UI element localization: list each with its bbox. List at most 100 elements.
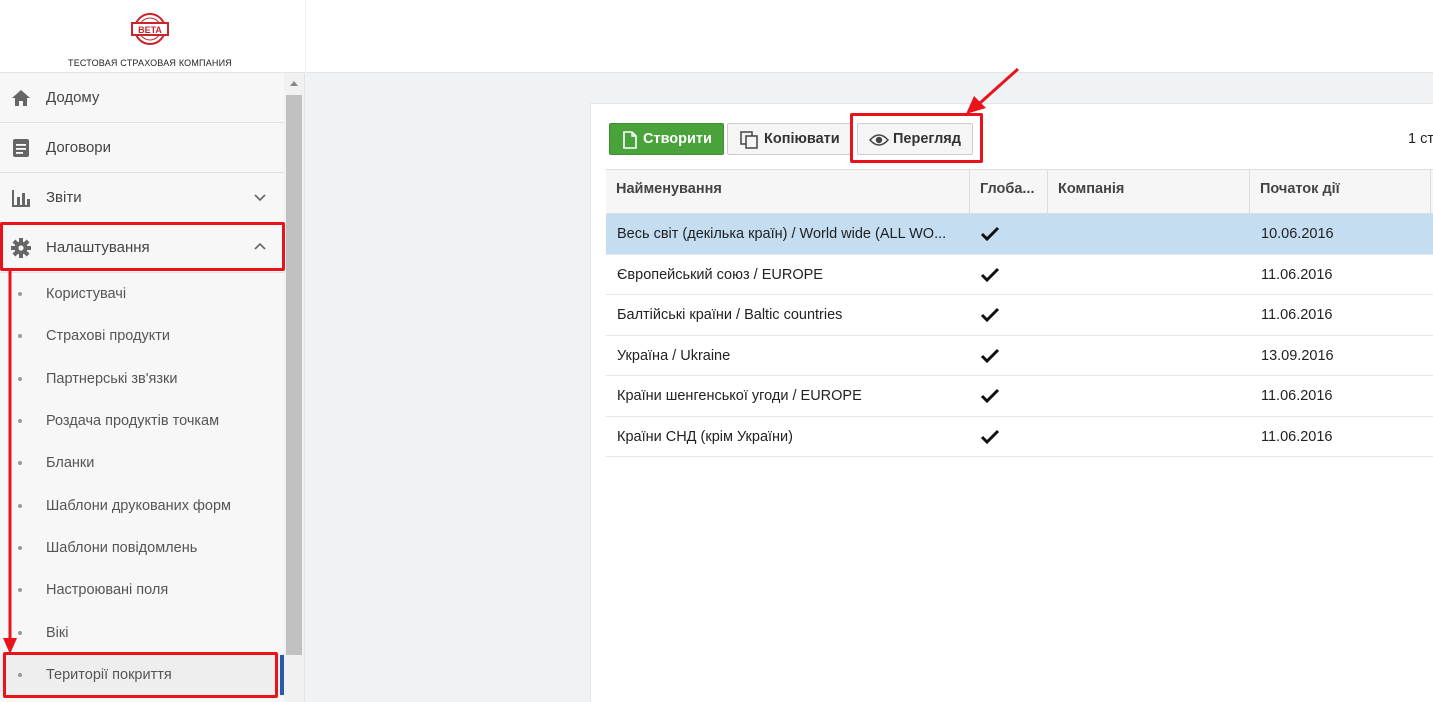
sidebar-item-label: Додому — [46, 89, 100, 106]
column-header-global[interactable]: Глоба... — [970, 170, 1048, 214]
pager-info: 1 ст — [1408, 131, 1433, 147]
cell-name: Країни СНД (крім України) — [617, 428, 793, 445]
cell-company — [1060, 255, 1240, 295]
sidebar-item-reports[interactable]: Звіти — [0, 173, 284, 223]
company-name: ТЕСТОВАЯ СТРАХОВАЯ КОМПАНИЯ — [68, 58, 232, 68]
home-icon — [12, 90, 30, 106]
submenu-item-label: Шаблони повідомлень — [46, 539, 198, 556]
bullet — [18, 334, 22, 339]
table-body: Весь світ (декілька країн) / World wide … — [606, 214, 1433, 457]
checkmark-icon — [980, 267, 1000, 282]
checkmark-icon — [980, 429, 1000, 444]
submenu-item-insurance-products[interactable]: Страхові продукти — [0, 315, 284, 357]
sidebar-item-home[interactable]: Додому — [0, 73, 284, 123]
submenu-item-label: Настроювані поля — [46, 582, 169, 599]
checkmark-icon — [980, 388, 1000, 404]
submenu-item-wiki[interactable]: Вікі — [0, 611, 284, 653]
submenu-item-coverage-territories[interactable]: Території покриття — [0, 653, 284, 696]
cell-start-date: 11.06.2016 — [1261, 307, 1333, 323]
submenu-item-custom-fields[interactable]: Настроювані поля — [0, 569, 284, 611]
eye-icon — [869, 134, 889, 146]
cell-company — [1060, 295, 1240, 335]
cell-name: Європейський союз / EUROPE — [617, 266, 823, 283]
cell-name: Балтійські країни / Baltic countries — [617, 307, 843, 323]
cell-company — [1060, 214, 1240, 254]
bullet — [18, 376, 22, 381]
column-header-company[interactable]: Компанія — [1048, 170, 1250, 214]
cell-name: Весь світ (декілька країн) / World wide … — [617, 226, 947, 242]
chevron-up-icon — [254, 242, 266, 250]
cell-start-date: 11.06.2016 — [1261, 388, 1333, 404]
table-row[interactable]: Країни СНД (крім України) 11.06.2016 — [606, 416, 1433, 457]
table-row[interactable]: Весь світ (декілька країн) / World wide … — [606, 214, 1433, 255]
submenu-item-blanks[interactable]: Бланки — [0, 442, 284, 484]
cell-company — [1060, 376, 1240, 416]
cell-name: Україна / Ukraine — [617, 347, 731, 364]
bullet — [18, 672, 22, 677]
sidebar: BETA ТЕСТОВАЯ СТРАХОВАЯ КОМПАНИЯ Додому … — [0, 0, 305, 702]
sidebar-item-contracts[interactable]: Договори — [0, 123, 284, 173]
cell-company — [1060, 417, 1240, 457]
bar-chart-icon — [12, 190, 30, 207]
document-icon — [13, 139, 29, 157]
chevron-down-icon — [254, 194, 266, 202]
submenu-item-message-templates[interactable]: Шаблони повідомлень — [0, 527, 284, 569]
copy-button-label: Копіювати — [764, 131, 840, 147]
submenu-item-print-templates[interactable]: Шаблони друкованих форм — [0, 484, 284, 526]
sidebar-scrollbar[interactable] — [284, 73, 304, 702]
sidebar-item-label: Налаштування — [46, 239, 150, 256]
submenu-item-label: Території покриття — [46, 666, 172, 683]
table-row[interactable]: Балтійські країни / Baltic countries 11.0… — [606, 295, 1433, 336]
cell-start-date: 10.06.2016 — [1261, 226, 1334, 242]
bullet — [18, 461, 22, 466]
cell-start-date: 11.06.2016 — [1261, 428, 1333, 445]
view-button[interactable]: Перегляд — [857, 123, 973, 155]
active-item-indicator — [280, 655, 284, 695]
bullet — [18, 545, 22, 550]
new-document-icon — [623, 131, 637, 149]
checkmark-icon — [980, 348, 1000, 363]
logo-area: BETA ТЕСТОВАЯ СТРАХОВАЯ КОМПАНИЯ — [0, 0, 305, 73]
submenu-item-label: Роздача продуктів точкам — [46, 413, 220, 430]
submenu-item-label: Партнерські зв'язки — [46, 370, 178, 387]
sidebar-item-label: Договори — [46, 139, 112, 156]
bullet — [18, 503, 22, 508]
table-row[interactable]: Україна / Ukraine 13.09.2016 — [606, 335, 1433, 376]
submenu-item-partner-links[interactable]: Партнерські зв'язки — [0, 358, 284, 400]
column-header-start-date[interactable]: Початок дії — [1250, 170, 1431, 214]
scroll-thumb[interactable] — [286, 95, 302, 655]
top-bar — [306, 0, 1433, 73]
settings-submenu: Користувачі Страхові продукти Партнерськ… — [0, 273, 284, 696]
submenu-item-label: Бланки — [46, 455, 95, 472]
copy-icon — [740, 131, 758, 149]
submenu-item-label: Страхові продукти — [46, 328, 170, 345]
sidebar-item-label: Звіти — [46, 189, 82, 206]
territories-table: Найменування Глоба... Компанія Початок д… — [606, 169, 1433, 457]
table-row[interactable]: Європейський союз / EUROPE 11.06.2016 — [606, 254, 1433, 295]
cell-name: Країни шенгенської угоди / EUROPE — [617, 388, 862, 404]
submenu-item-label: Шаблони друкованих форм — [46, 497, 232, 514]
submenu-item-users[interactable]: Користувачі — [0, 273, 284, 315]
cell-company — [1060, 336, 1240, 376]
submenu-item-product-distribution[interactable]: Роздача продуктів точкам — [0, 400, 284, 442]
create-button-label: Створити — [643, 131, 712, 147]
bullet — [18, 419, 22, 424]
cell-start-date: 13.09.2016 — [1261, 347, 1334, 364]
table-header: Найменування Глоба... Компанія Початок д… — [606, 169, 1433, 214]
submenu-item-label: Користувачі — [46, 286, 127, 303]
gear-icon — [11, 238, 31, 258]
table-row[interactable]: Країни шенгенської угоди / EUROPE 11.06.2… — [606, 376, 1433, 417]
column-header-name[interactable]: Найменування — [606, 170, 970, 214]
bullet — [18, 292, 22, 297]
create-button[interactable]: Створити — [609, 123, 724, 155]
submenu-item-label: Вікі — [46, 624, 69, 641]
copy-button[interactable]: Копіювати — [727, 123, 851, 155]
bullet — [18, 588, 22, 593]
bullet — [18, 630, 22, 635]
sidebar-nav: Додому Договори Звіти Налаштування Корис… — [0, 73, 284, 696]
scroll-up-arrow[interactable] — [290, 81, 298, 86]
beta-logo: BETA — [131, 13, 169, 45]
cell-start-date: 11.06.2016 — [1261, 266, 1333, 283]
sidebar-item-settings[interactable]: Налаштування — [0, 223, 284, 273]
checkmark-icon — [980, 307, 1000, 323]
